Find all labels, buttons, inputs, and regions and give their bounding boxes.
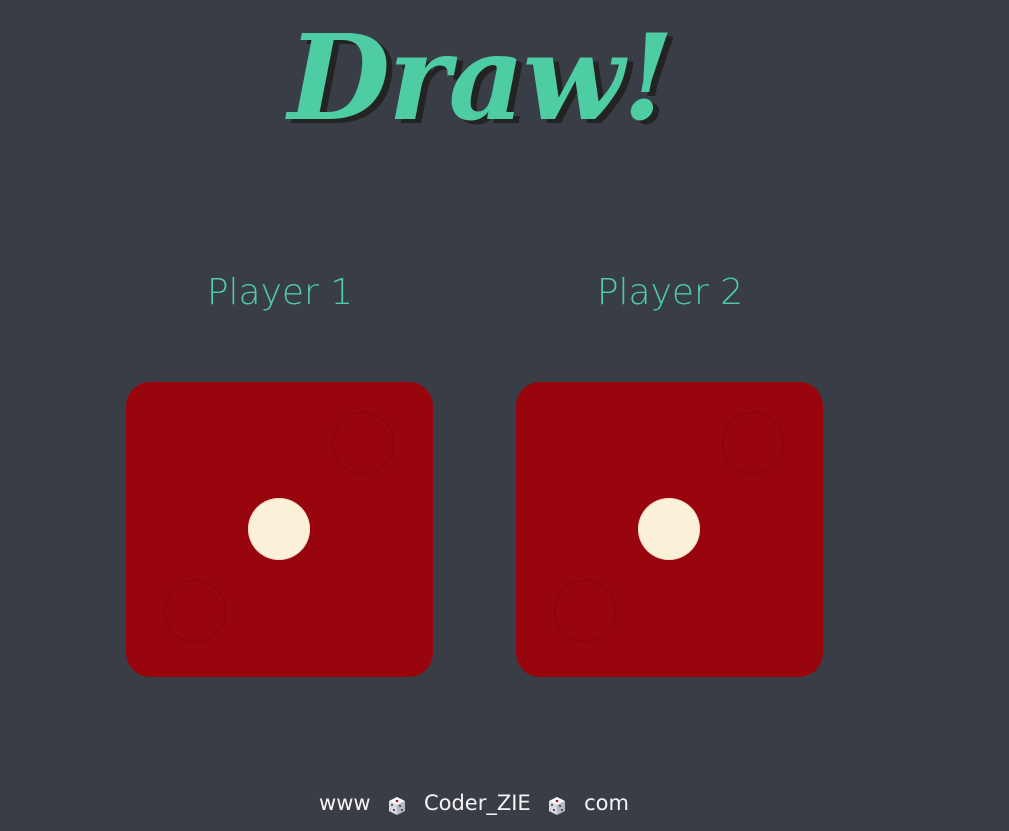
die-pip-top-right [722, 412, 784, 474]
die-pip-top-right [332, 412, 394, 474]
footer-www-text: www [319, 791, 371, 815]
footer: www Coder_ZIE com [0, 786, 948, 819]
footer-brand-text: Coder_ZIE [423, 791, 531, 815]
die-pip-center [638, 498, 700, 560]
die-pip-bottom-left [554, 580, 616, 642]
player-2-die [516, 382, 823, 677]
die-pip-center [248, 498, 310, 560]
dice-icon [547, 793, 567, 815]
die-pip-bottom-left [164, 580, 226, 642]
dice-icon [387, 793, 407, 815]
footer-com-text: com [584, 791, 629, 815]
player-1-die [126, 382, 433, 677]
game-title: Draw! [287, 8, 674, 147]
player-2-label: Player 2 [596, 272, 744, 313]
player-1-label: Player 1 [206, 272, 354, 313]
